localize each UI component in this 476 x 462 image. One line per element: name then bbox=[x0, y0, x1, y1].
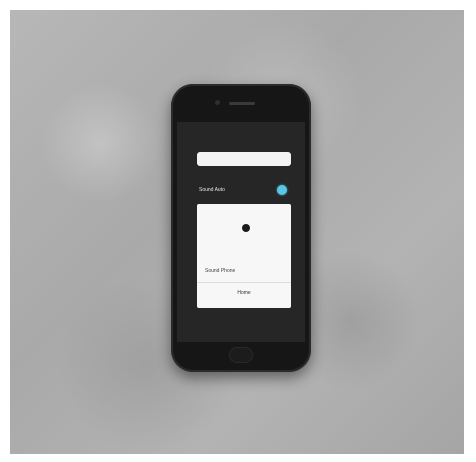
toggle-label: Sound Auto bbox=[199, 187, 225, 193]
phone-screen: Sound Auto Sound Phone Home bbox=[177, 122, 305, 342]
toggle-switch[interactable] bbox=[277, 185, 287, 195]
home-button-icon[interactable] bbox=[229, 347, 253, 363]
phone-device: Sound Auto Sound Phone Home bbox=[171, 84, 311, 372]
search-input[interactable] bbox=[197, 152, 291, 166]
card-action-button[interactable]: Home bbox=[197, 283, 291, 303]
camera-icon bbox=[215, 100, 220, 105]
sound-toggle-row[interactable]: Sound Auto bbox=[197, 182, 291, 198]
dialog-card: Sound Phone Home bbox=[197, 204, 291, 308]
status-bar bbox=[177, 122, 305, 132]
dot-icon bbox=[242, 224, 250, 232]
card-title: Sound Phone bbox=[205, 268, 236, 274]
speaker-icon bbox=[229, 102, 255, 105]
